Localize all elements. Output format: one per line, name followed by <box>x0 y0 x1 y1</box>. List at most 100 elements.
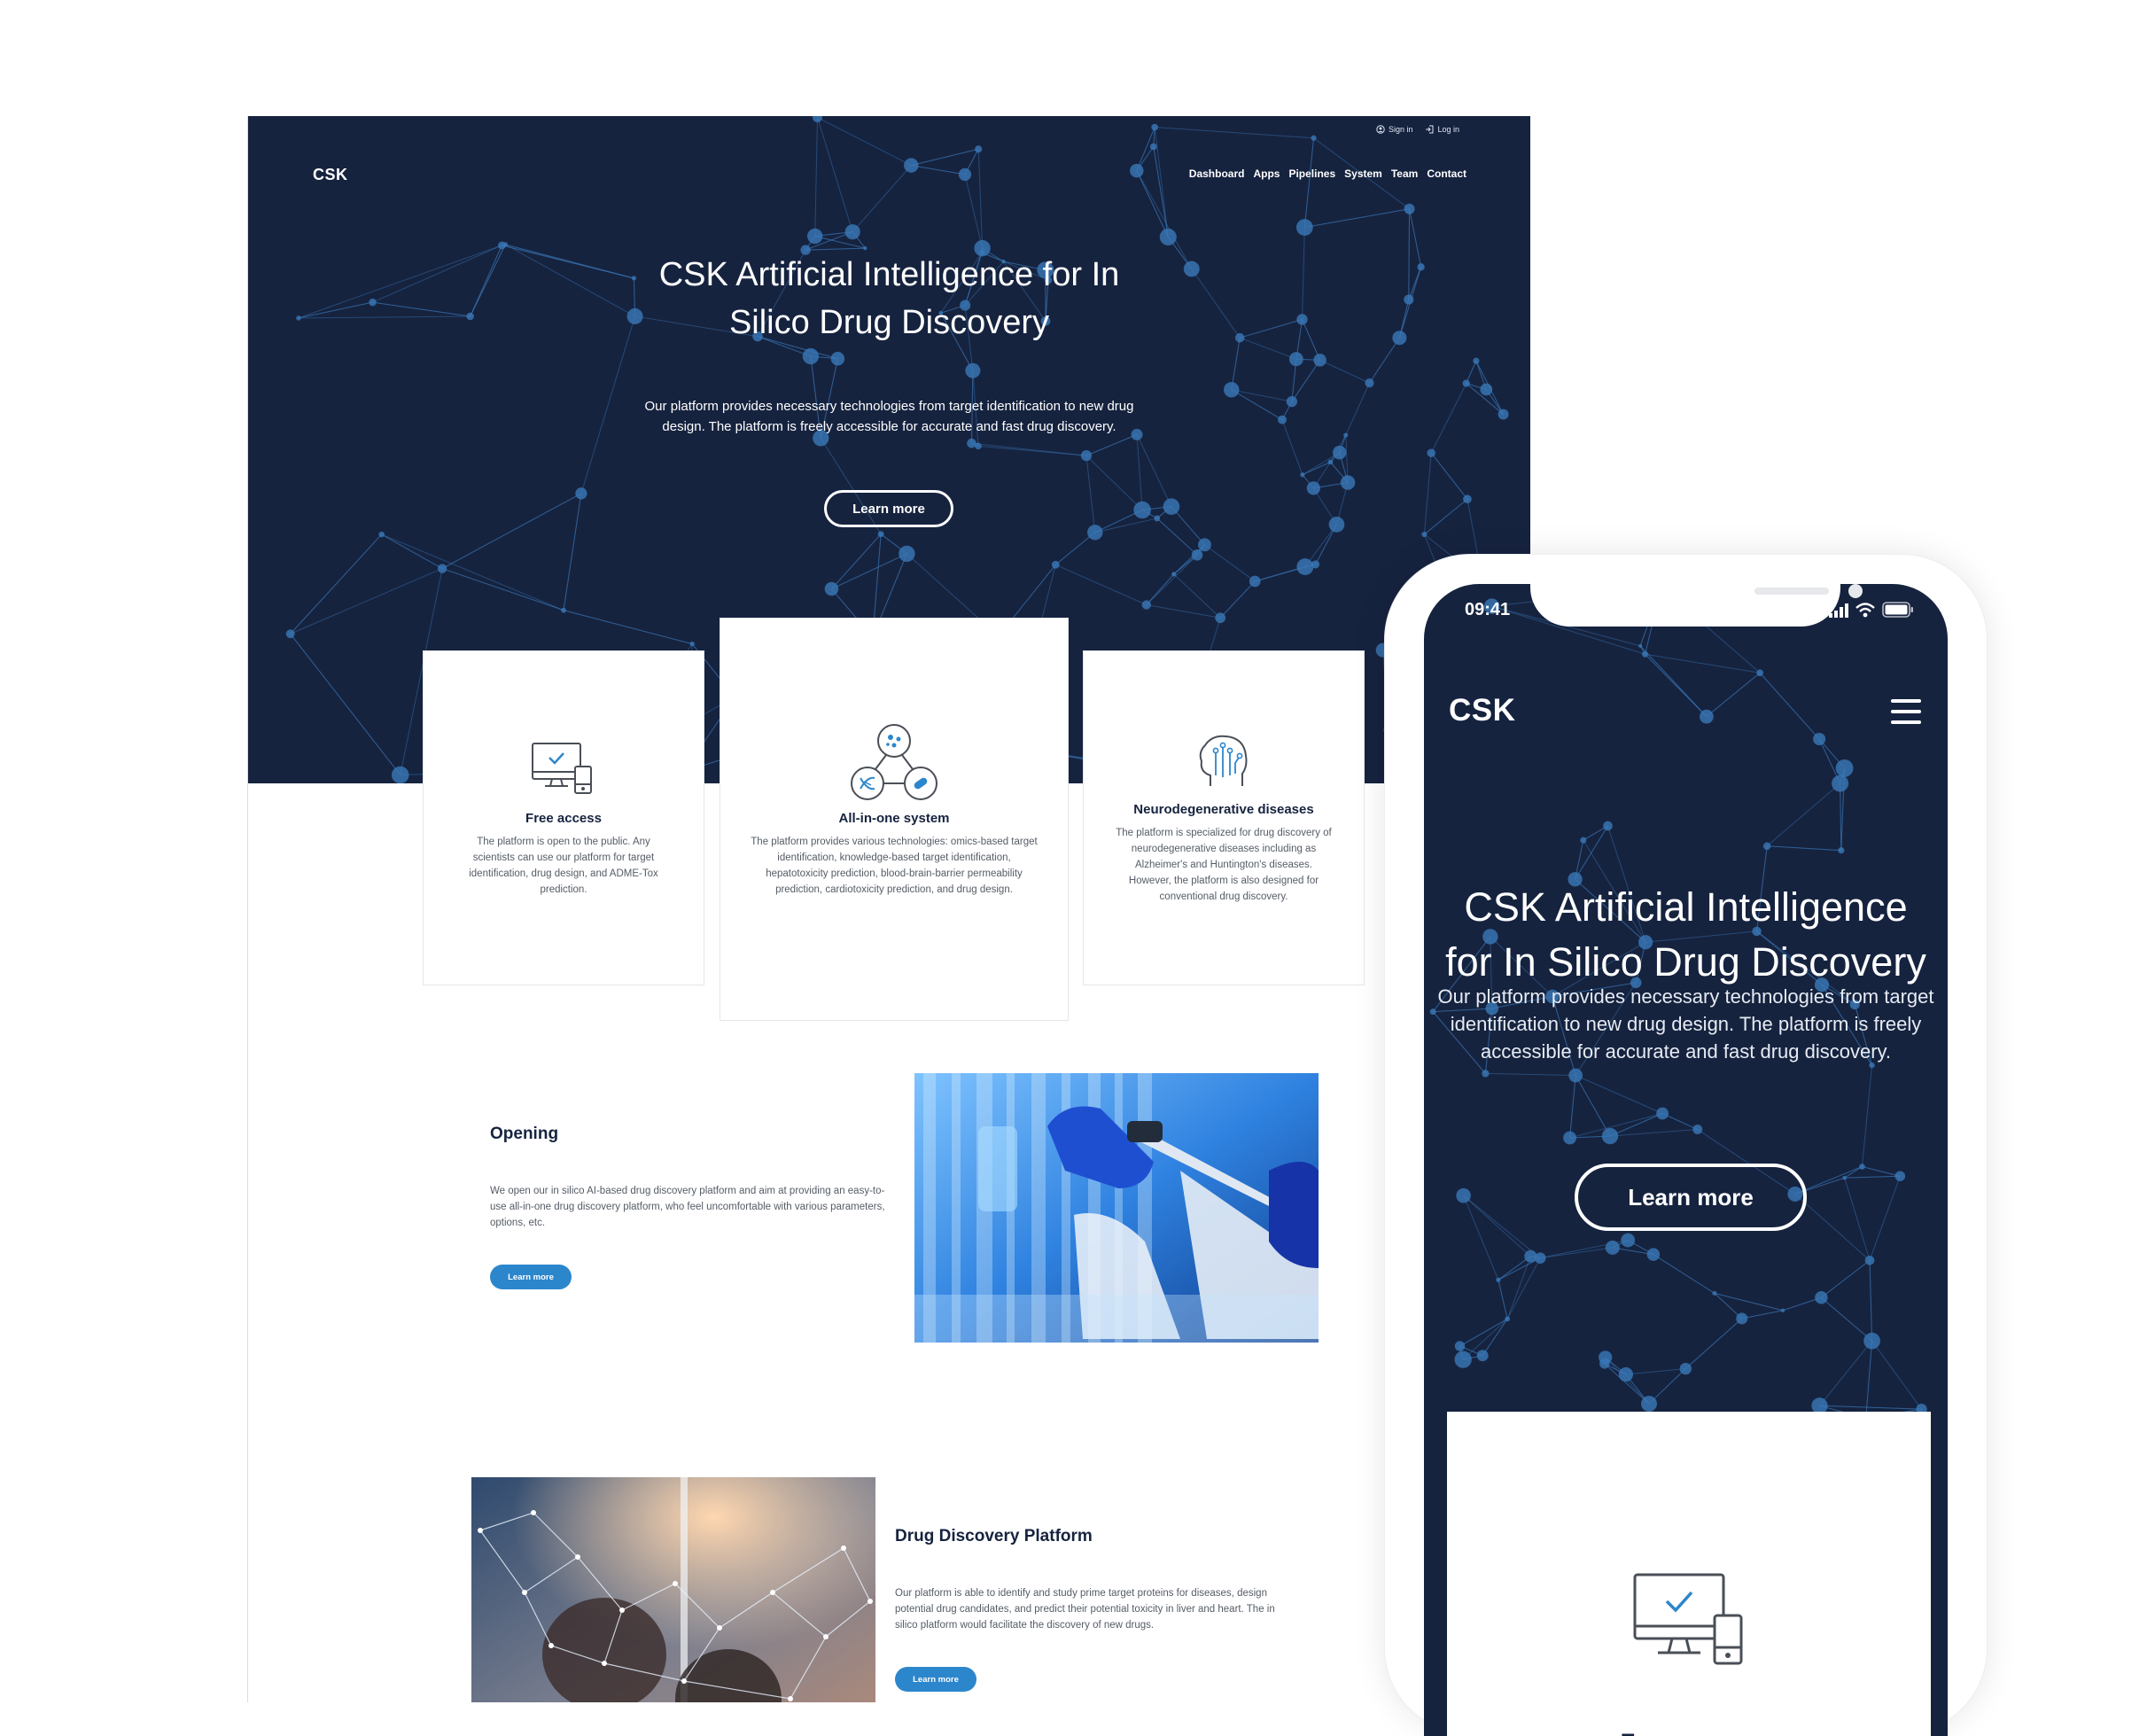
network-node <box>965 363 980 378</box>
network-link <box>1086 434 1137 455</box>
network-node <box>1333 446 1346 459</box>
site-logo[interactable]: CSK <box>313 166 348 184</box>
network-node <box>1313 354 1326 366</box>
network-node <box>1756 669 1763 676</box>
hamburger-menu-icon[interactable] <box>1891 699 1921 724</box>
status-icons <box>1829 602 1914 618</box>
section-title-opening: Opening <box>490 1125 558 1144</box>
network-link <box>291 569 442 634</box>
mobile-hero-subtitle-line-3: accessible for accurate and fast drug di… <box>1424 1038 1948 1065</box>
network-link <box>1575 1076 1610 1136</box>
network-node <box>1163 498 1180 515</box>
drug-discovery-learn-more-button[interactable]: Learn more <box>895 1667 976 1692</box>
sign-in-link[interactable]: Sign in <box>1376 125 1413 134</box>
network-node <box>863 246 867 250</box>
network-node <box>1606 1241 1620 1255</box>
nav-team[interactable]: Team <box>1391 167 1418 180</box>
nav-contact[interactable]: Contact <box>1427 167 1466 180</box>
network-link <box>815 118 818 237</box>
network-link <box>1840 783 1841 851</box>
network-link <box>1742 1311 1783 1319</box>
hero-title-line-1: CSK Artificial Intelligence for In <box>248 251 1530 299</box>
phone-notch <box>1530 584 1840 627</box>
nav-pipelines[interactable]: Pipelines <box>1288 167 1335 180</box>
network-node <box>1192 549 1203 561</box>
hero-learn-more-button[interactable]: Learn more <box>824 490 953 527</box>
log-in-label: Log in <box>1437 125 1459 134</box>
mobile-feature-card: Free access <box>1447 1412 1931 1736</box>
nav-dashboard[interactable]: Dashboard <box>1189 167 1245 180</box>
network-link <box>978 446 1086 455</box>
network-link <box>1055 564 1147 604</box>
network-link <box>1155 128 1168 237</box>
log-in-link[interactable]: Log in <box>1425 125 1459 134</box>
network-node <box>1863 1333 1880 1350</box>
network-node <box>1289 352 1303 366</box>
network-node <box>904 158 918 172</box>
network-link <box>1464 1195 1541 1257</box>
card-text: The platform provides various technologi… <box>745 834 1043 898</box>
login-icon <box>1425 125 1434 134</box>
opening-learn-more-button[interactable]: Learn more <box>490 1265 572 1289</box>
network-link <box>1320 360 1370 383</box>
network-link <box>1845 1178 1870 1260</box>
network-node <box>1836 759 1854 777</box>
network-link <box>1845 1176 1901 1178</box>
network-node <box>690 642 695 646</box>
mobile-learn-more-button[interactable]: Learn more <box>1575 1164 1807 1231</box>
network-node <box>1329 517 1345 533</box>
network-link <box>1220 581 1255 618</box>
network-node <box>1311 136 1316 141</box>
network-link <box>1482 1319 1507 1355</box>
network-link <box>1095 518 1157 533</box>
network-node <box>1603 821 1613 831</box>
network-link <box>1147 555 1197 604</box>
network-node <box>1087 525 1102 540</box>
network-node <box>825 582 839 596</box>
network-link <box>442 569 564 611</box>
mobile-hero-subtitle: Our platform provides necessary technolo… <box>1424 983 1948 1065</box>
feature-card-all-in-one: All-in-one system The platform provides … <box>720 618 1069 1021</box>
card-title: All-in-one system <box>720 811 1068 826</box>
network-link <box>911 149 978 165</box>
network-node <box>1455 1341 1465 1351</box>
network-node <box>1480 384 1492 396</box>
network-node <box>1781 1309 1785 1312</box>
network-node <box>286 629 295 638</box>
network-link <box>817 118 911 166</box>
network-node <box>1563 1132 1576 1145</box>
network-node <box>503 242 509 247</box>
network-link <box>817 118 852 232</box>
battery-icon <box>1882 602 1914 618</box>
network-node <box>1647 1248 1660 1260</box>
network-link <box>1424 453 1431 534</box>
network-node <box>1154 516 1160 522</box>
network-link <box>1498 1280 1507 1319</box>
hero-subtitle-line-2: design. The platform is freely accessibl… <box>248 416 1530 437</box>
network-node <box>1482 1070 1489 1077</box>
user-icon <box>1376 125 1385 134</box>
network-link <box>1485 1073 1575 1075</box>
brain-circuit-icon <box>1196 733 1251 791</box>
speaker-grille <box>1754 588 1829 595</box>
network-node <box>1656 1108 1669 1120</box>
network-node <box>378 532 384 537</box>
nav-system[interactable]: System <box>1344 167 1382 180</box>
network-link <box>1157 518 1197 555</box>
network-link <box>1507 1258 1540 1320</box>
nav-apps[interactable]: Apps <box>1253 167 1280 180</box>
mobile-logo[interactable]: CSK <box>1449 693 1515 728</box>
phone-screen: 09:41 CSK CSK Artificial Intelligence <box>1424 584 1948 1736</box>
network-node <box>1599 1358 1609 1368</box>
card-title: Neurodegenerative diseases <box>1084 802 1364 817</box>
network-link <box>1460 1319 1508 1346</box>
network-link <box>1821 1260 1870 1297</box>
network-link <box>852 166 911 232</box>
network-link <box>1795 1194 1870 1260</box>
network-node <box>1736 1312 1747 1324</box>
section-title-drug-discovery: Drug Discovery Platform <box>895 1527 1093 1546</box>
hero-subtitle: Our platform provides necessary technolo… <box>248 396 1530 437</box>
front-camera <box>1848 584 1863 598</box>
signal-icon <box>1829 603 1848 618</box>
network-node <box>1365 378 1373 387</box>
